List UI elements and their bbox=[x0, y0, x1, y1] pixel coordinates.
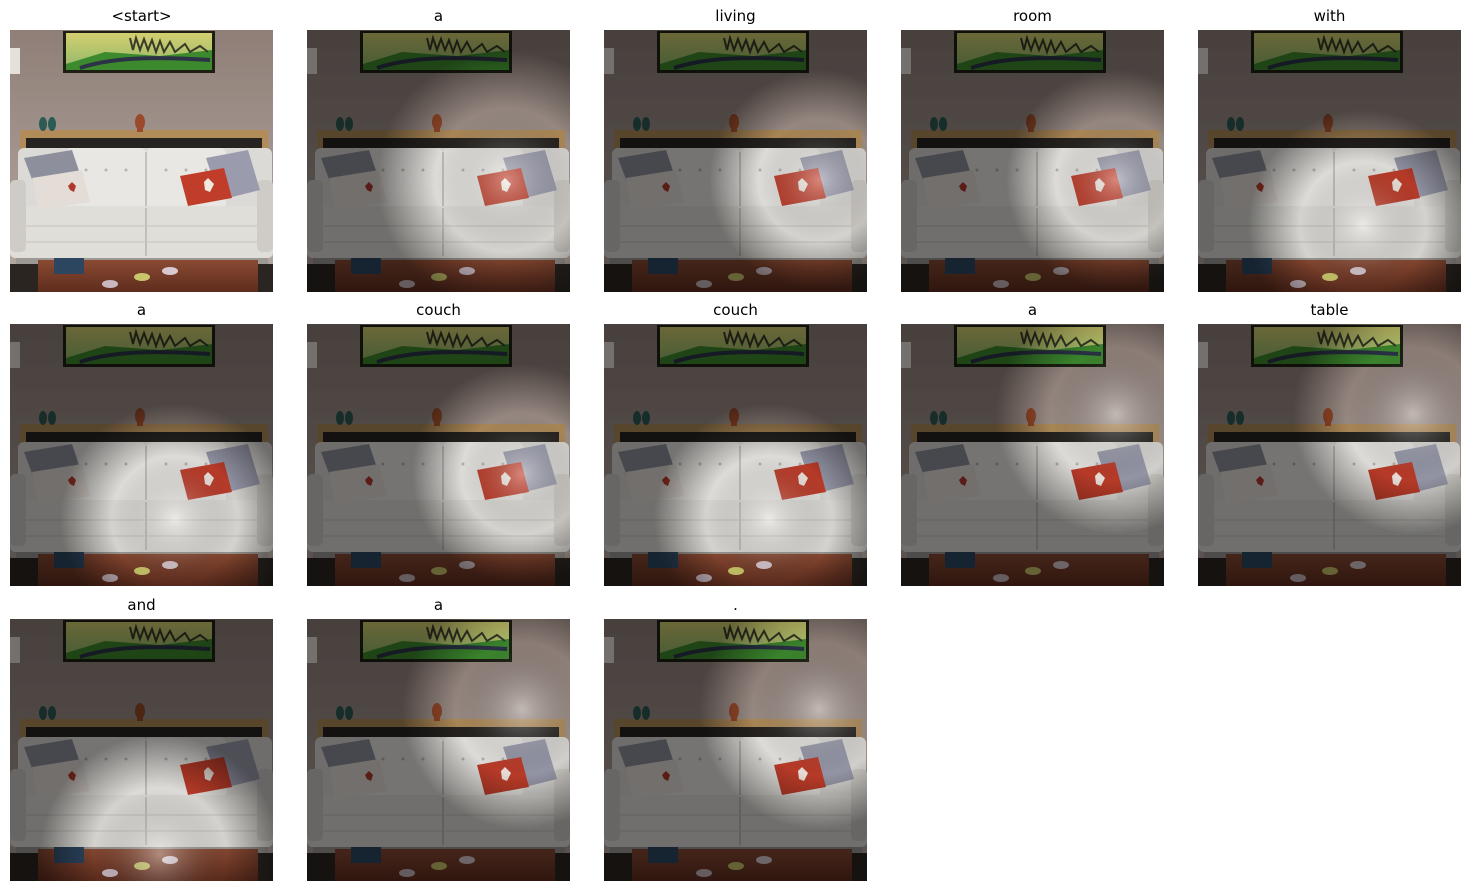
panel-caption: a bbox=[433, 7, 444, 25]
panel-image bbox=[1198, 324, 1461, 586]
panel-image bbox=[10, 30, 273, 292]
panel-caption: table bbox=[1310, 301, 1349, 319]
panel-image bbox=[307, 30, 570, 292]
panel-9: a bbox=[901, 294, 1164, 586]
panel-caption: <start> bbox=[111, 7, 172, 25]
panel-8: couch bbox=[604, 294, 867, 586]
panel-caption: a bbox=[136, 301, 147, 319]
panel-3: living bbox=[604, 0, 867, 292]
panel-image bbox=[307, 324, 570, 586]
panel-caption: couch bbox=[713, 301, 758, 319]
panel-4: room bbox=[901, 0, 1164, 292]
panel-image bbox=[901, 30, 1164, 292]
panel-caption: couch bbox=[416, 301, 461, 319]
panel-1: <start> bbox=[10, 0, 273, 292]
panel-11: and bbox=[10, 589, 273, 881]
panel-image bbox=[901, 324, 1164, 586]
panel-13: . bbox=[604, 589, 867, 881]
panel-2: a bbox=[307, 0, 570, 292]
panel-caption: living bbox=[715, 7, 756, 25]
panel-image bbox=[604, 619, 867, 881]
panel-caption: and bbox=[127, 596, 156, 614]
panel-10: table bbox=[1198, 294, 1461, 586]
panel-6: a bbox=[10, 294, 273, 586]
panel-caption: room bbox=[1013, 7, 1052, 25]
panel-caption: a bbox=[1027, 301, 1038, 319]
panel-caption: with bbox=[1313, 7, 1346, 25]
panel-image bbox=[604, 30, 867, 292]
panel-image bbox=[307, 619, 570, 881]
panel-5: with bbox=[1198, 0, 1461, 292]
panel-image bbox=[1198, 30, 1461, 292]
panel-7: couch bbox=[307, 294, 570, 586]
panel-image bbox=[10, 619, 273, 881]
panel-image bbox=[10, 324, 273, 586]
panel-12: a bbox=[307, 589, 570, 881]
panel-caption: a bbox=[433, 596, 444, 614]
panel-image bbox=[604, 324, 867, 586]
panel-caption: . bbox=[733, 596, 738, 614]
